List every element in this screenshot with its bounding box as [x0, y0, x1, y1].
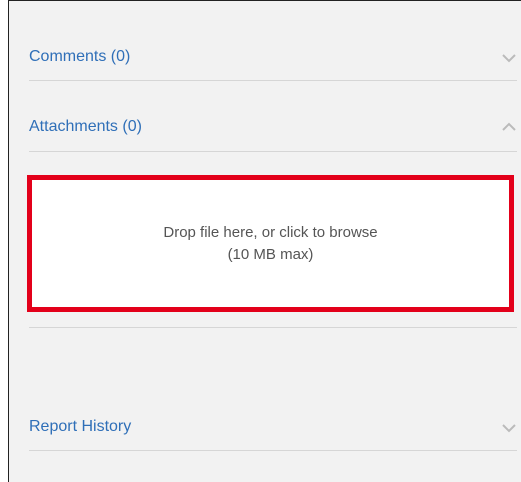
attachments-divider: [29, 151, 517, 152]
dropzone-instruction: Drop file here, or click to browse: [163, 224, 378, 241]
dropzone-size-limit: (10 MB max): [227, 246, 314, 263]
report-history-divider: [29, 450, 517, 451]
comments-title: Comments (0): [29, 48, 131, 65]
chevron-down-icon[interactable]: [501, 417, 517, 437]
report-history-section-header[interactable]: Report History: [29, 417, 517, 437]
comments-section-header[interactable]: Comments (0): [29, 47, 517, 67]
attachments-bottom-divider: [29, 327, 517, 328]
comments-divider: [29, 80, 517, 81]
report-history-title: Report History: [29, 418, 132, 435]
file-dropzone[interactable]: Drop file here, or click to browse (10 M…: [27, 175, 514, 312]
attachments-section-header[interactable]: Attachments (0): [29, 117, 517, 137]
attachments-title: Attachments (0): [29, 118, 142, 135]
chevron-up-icon[interactable]: [501, 117, 517, 137]
chevron-down-icon[interactable]: [501, 47, 517, 67]
side-panel: Comments (0) Attachments (0) Drop file h…: [8, 0, 521, 482]
